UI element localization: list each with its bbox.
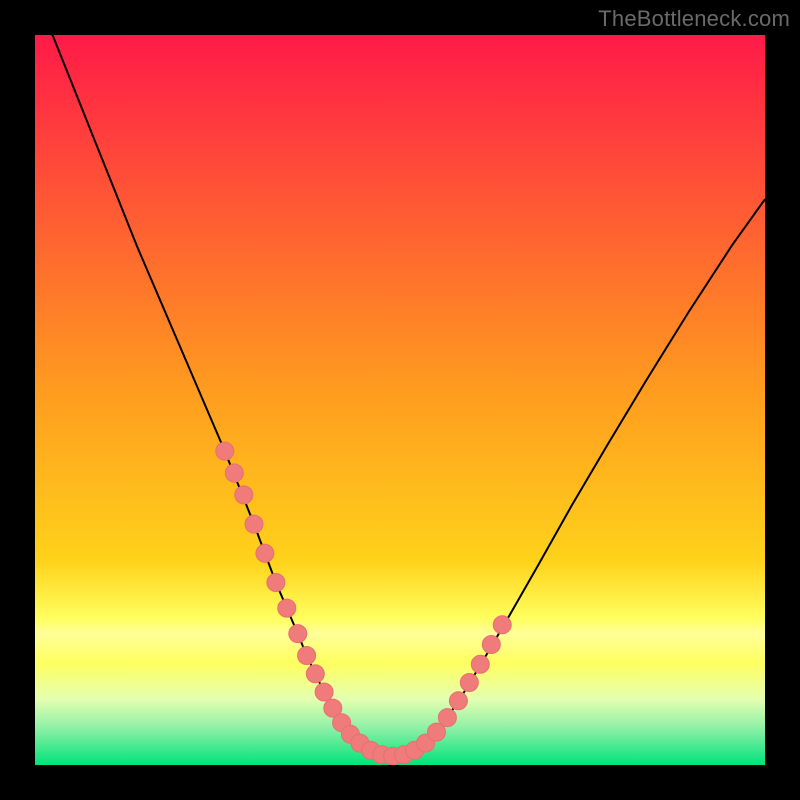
curve-marker <box>256 544 274 562</box>
curve-marker <box>449 692 467 710</box>
chart-frame: TheBottleneck.com <box>0 0 800 800</box>
curve-marker <box>245 515 263 533</box>
chart-svg <box>35 35 765 765</box>
attribution-text: TheBottleneck.com <box>598 6 790 32</box>
curve-marker <box>306 665 324 683</box>
gradient-background <box>35 35 765 765</box>
curve-marker <box>289 625 307 643</box>
plot-area <box>35 35 765 765</box>
curve-marker <box>298 647 316 665</box>
curve-marker <box>267 574 285 592</box>
curve-marker <box>438 709 456 727</box>
curve-marker <box>278 599 296 617</box>
curve-marker <box>471 655 489 673</box>
curve-marker <box>225 464 243 482</box>
curve-marker <box>493 616 511 634</box>
curve-marker <box>216 442 234 460</box>
curve-marker <box>315 683 333 701</box>
curve-marker <box>482 636 500 654</box>
curve-marker <box>460 674 478 692</box>
curve-marker <box>235 486 253 504</box>
